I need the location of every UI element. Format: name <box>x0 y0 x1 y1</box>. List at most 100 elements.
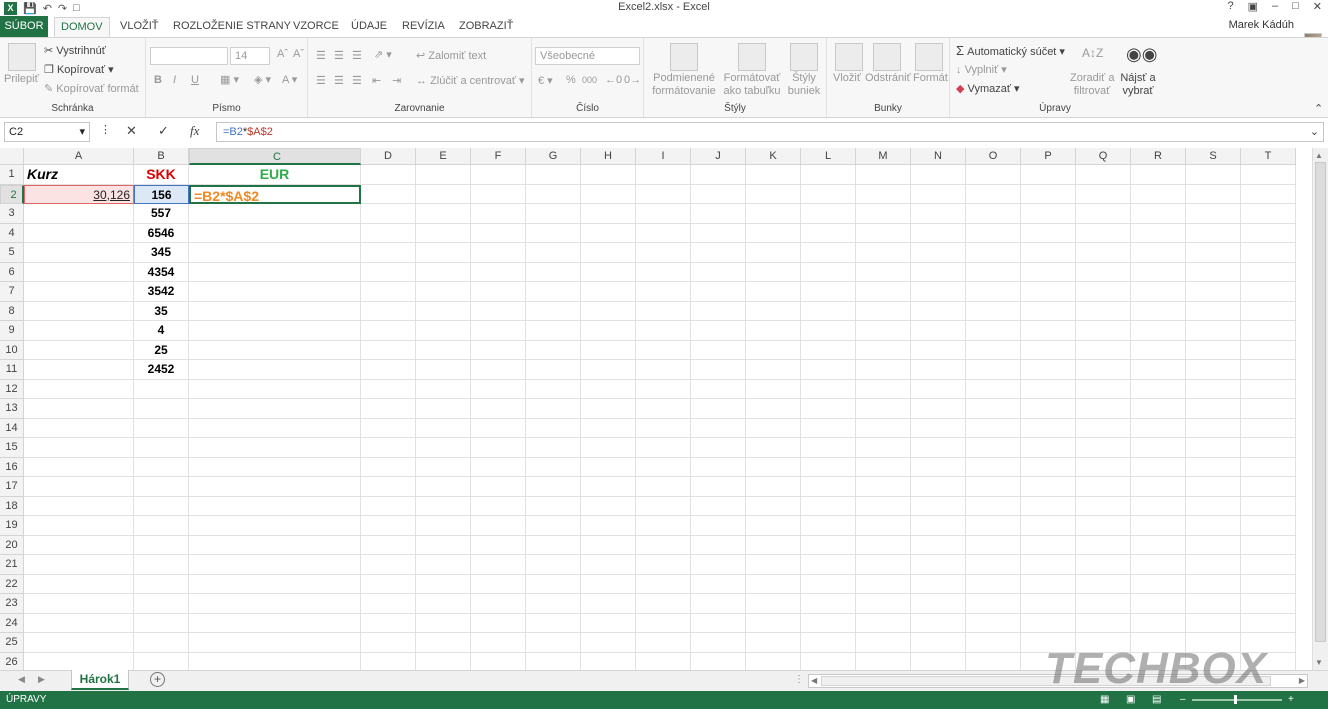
cell-c4[interactable] <box>189 223 361 243</box>
row-header-1[interactable]: 1 <box>0 165 24 185</box>
cell-j26[interactable] <box>691 652 746 670</box>
cell-d19[interactable] <box>361 516 416 536</box>
cell-e10[interactable] <box>416 340 471 360</box>
cell-e23[interactable] <box>416 594 471 614</box>
sheet-more-icon[interactable]: ⋮ <box>794 674 804 685</box>
select-all-corner[interactable] <box>0 148 24 165</box>
cell-q21[interactable] <box>1076 555 1131 575</box>
cell-g15[interactable] <box>526 438 581 458</box>
cell-q14[interactable] <box>1076 418 1131 438</box>
cell-p23[interactable] <box>1021 594 1076 614</box>
cell-e22[interactable] <box>416 574 471 594</box>
currency-icon[interactable]: € ▾ <box>538 74 553 87</box>
cell-f3[interactable] <box>471 204 526 224</box>
cell-s9[interactable] <box>1186 321 1241 341</box>
cell-a6[interactable] <box>24 262 134 282</box>
cell-m3[interactable] <box>856 204 911 224</box>
vertical-scrollbar[interactable]: ▲ ▼ <box>1312 148 1328 672</box>
name-box[interactable]: C2 ▾ <box>4 122 90 142</box>
clear-button[interactable]: ◆ Vymazať ▾ <box>956 82 1020 95</box>
cell-r6[interactable] <box>1131 262 1186 282</box>
cell-f4[interactable] <box>471 223 526 243</box>
cell-c20[interactable] <box>189 535 361 555</box>
cell-t2[interactable] <box>1241 184 1296 204</box>
cell-i3[interactable] <box>636 204 691 224</box>
cell-a20[interactable] <box>24 535 134 555</box>
cell-c19[interactable] <box>189 516 361 536</box>
user-name[interactable]: Marek Kádúh <box>1229 19 1294 31</box>
cell-m6[interactable] <box>856 262 911 282</box>
italic-button[interactable]: I <box>173 74 176 86</box>
cell-p22[interactable] <box>1021 574 1076 594</box>
cell-h1[interactable] <box>581 165 636 185</box>
cancel-entry-icon[interactable]: ✕ <box>126 123 137 139</box>
cell-k22[interactable] <box>746 574 801 594</box>
cell-f2[interactable] <box>471 184 526 204</box>
cell-g6[interactable] <box>526 262 581 282</box>
cell-a2[interactable]: 30,126 <box>24 184 134 204</box>
cell-f18[interactable] <box>471 496 526 516</box>
zoom-slider[interactable] <box>1192 695 1282 704</box>
cell-h21[interactable] <box>581 555 636 575</box>
cell-g7[interactable] <box>526 282 581 302</box>
cell-m20[interactable] <box>856 535 911 555</box>
cell-b15[interactable] <box>134 438 189 458</box>
column-header-s[interactable]: S <box>1186 148 1241 165</box>
cell-c5[interactable] <box>189 243 361 263</box>
cell-e8[interactable] <box>416 301 471 321</box>
cell-r3[interactable] <box>1131 204 1186 224</box>
cell-b25[interactable] <box>134 633 189 653</box>
cell-g9[interactable] <box>526 321 581 341</box>
cell-h8[interactable] <box>581 301 636 321</box>
orientation-icon[interactable]: ⇗ ▾ <box>374 48 392 61</box>
cell-r11[interactable] <box>1131 360 1186 380</box>
cell-a4[interactable] <box>24 223 134 243</box>
delete-cells-button[interactable]: Odstrániť <box>865 72 911 84</box>
cell-t4[interactable] <box>1241 223 1296 243</box>
cell-t15[interactable] <box>1241 438 1296 458</box>
vertical-scroll-thumb[interactable] <box>1315 162 1326 642</box>
column-header-b[interactable]: B <box>134 148 189 165</box>
cell-f22[interactable] <box>471 574 526 594</box>
cell-l21[interactable] <box>801 555 856 575</box>
cell-r20[interactable] <box>1131 535 1186 555</box>
cell-m25[interactable] <box>856 633 911 653</box>
cell-j13[interactable] <box>691 399 746 419</box>
cell-n11[interactable] <box>911 360 966 380</box>
cell-a16[interactable] <box>24 457 134 477</box>
cell-b24[interactable] <box>134 613 189 633</box>
close-icon[interactable]: ✕ <box>1313 0 1322 13</box>
cell-j2[interactable] <box>691 184 746 204</box>
cell-d2[interactable] <box>361 184 416 204</box>
cell-l11[interactable] <box>801 360 856 380</box>
cell-j17[interactable] <box>691 477 746 497</box>
row-header-24[interactable]: 24 <box>0 613 24 633</box>
scroll-left-icon[interactable]: ◀ <box>811 676 817 685</box>
cell-g10[interactable] <box>526 340 581 360</box>
cell-k24[interactable] <box>746 613 801 633</box>
cell-m17[interactable] <box>856 477 911 497</box>
cell-n7[interactable] <box>911 282 966 302</box>
cell-m9[interactable] <box>856 321 911 341</box>
cell-p21[interactable] <box>1021 555 1076 575</box>
cell-b23[interactable] <box>134 594 189 614</box>
cell-n21[interactable] <box>911 555 966 575</box>
cell-d21[interactable] <box>361 555 416 575</box>
align-top-icon[interactable]: ☰ <box>316 49 326 62</box>
cell-q11[interactable] <box>1076 360 1131 380</box>
cell-n18[interactable] <box>911 496 966 516</box>
cell-a21[interactable] <box>24 555 134 575</box>
cell-n26[interactable] <box>911 652 966 670</box>
cell-n19[interactable] <box>911 516 966 536</box>
cell-c6[interactable] <box>189 262 361 282</box>
cell-f23[interactable] <box>471 594 526 614</box>
cell-m22[interactable] <box>856 574 911 594</box>
cell-r23[interactable] <box>1131 594 1186 614</box>
row-header-9[interactable]: 9 <box>0 321 24 341</box>
cell-j20[interactable] <box>691 535 746 555</box>
align-left-icon[interactable]: ☰ <box>316 74 326 87</box>
cell-s13[interactable] <box>1186 399 1241 419</box>
row-header-10[interactable]: 10 <box>0 340 24 360</box>
insert-cells-button[interactable]: Vložiť <box>833 72 861 84</box>
cell-s22[interactable] <box>1186 574 1241 594</box>
